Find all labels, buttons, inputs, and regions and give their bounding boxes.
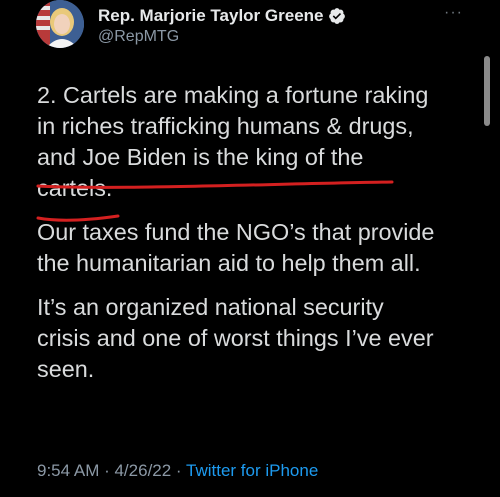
tweet-paragraph-3: It’s an organized national security cris…: [37, 292, 477, 385]
tweet-source-link[interactable]: Twitter for iPhone: [186, 461, 318, 480]
avatar[interactable]: [36, 0, 84, 48]
verified-badge-icon: [329, 8, 346, 24]
author-handle[interactable]: @RepMTG: [98, 28, 179, 46]
tweet-line: 2. Cartels are making a fortune raking: [37, 82, 429, 108]
more-options-icon[interactable]: ···: [444, 4, 463, 22]
author-name-text: Rep. Marjorie Taylor Greene: [98, 6, 324, 25]
tweet-meta: 9:54 AM · 4/26/22 · Twitter for iPhone: [37, 461, 318, 481]
tweet-line: crisis and one of worst things I’ve ever: [37, 325, 434, 351]
tweet-paragraph-1: 2. Cartels are making a fortune raking i…: [37, 80, 477, 204]
author-display-name[interactable]: Rep. Marjorie Taylor Greene: [98, 6, 346, 26]
tweet-line: seen.: [37, 356, 95, 382]
tweet-paragraph-2: Our taxes fund the NGO’s that provide th…: [37, 217, 477, 279]
tweet-card: Rep. Marjorie Taylor Greene @RepMTG ··· …: [0, 0, 500, 497]
tweet-timestamp[interactable]: 9:54 AM · 4/26/22 ·: [37, 461, 186, 480]
tweet-text: 2. Cartels are making a fortune raking i…: [37, 80, 477, 398]
tweet-line: Our taxes fund the NGO’s that provide: [37, 219, 435, 245]
tweet-line: the humanitarian aid to help them all.: [37, 250, 421, 276]
tweet-line: cartels.: [37, 175, 113, 201]
tweet-line: in riches trafficking humans & drugs,: [37, 113, 414, 139]
scrollbar[interactable]: [484, 56, 490, 126]
tweet-line: It’s an organized national security: [37, 294, 384, 320]
avatar-image: [36, 0, 84, 48]
tweet-line: and Joe Biden is the king of the: [37, 144, 364, 170]
